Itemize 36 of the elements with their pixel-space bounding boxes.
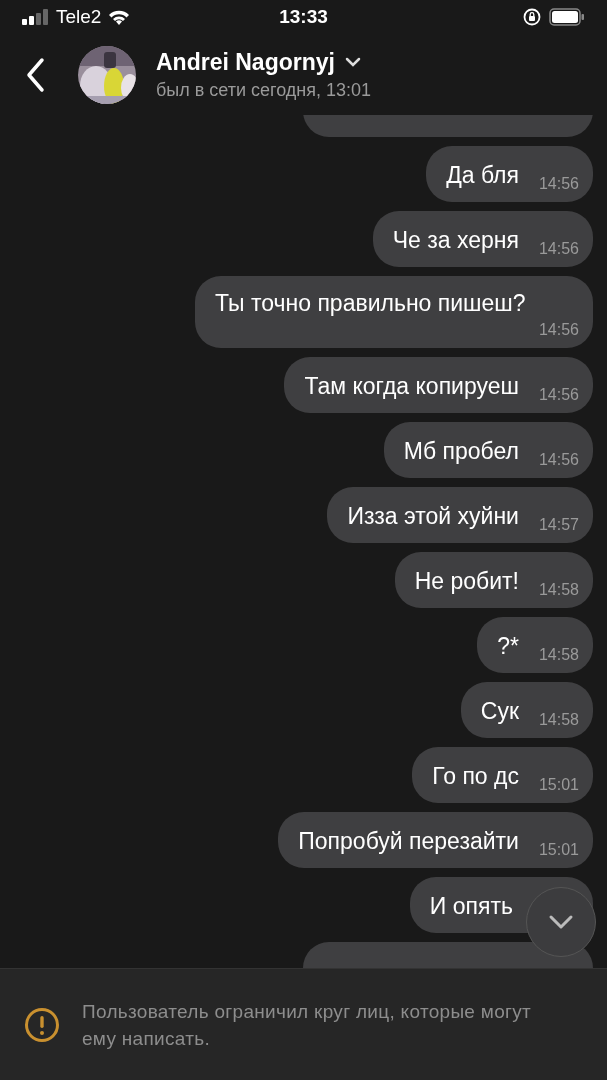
- message-time: 14:58: [538, 645, 579, 665]
- message-time: 15:01: [538, 775, 579, 795]
- battery-icon: [549, 8, 585, 26]
- message-time: 14:57: [538, 515, 579, 535]
- message-time: 14:58: [538, 710, 579, 730]
- message-time: 14:56: [538, 450, 579, 470]
- chevron-down-icon: [548, 914, 574, 930]
- carrier-name: Tele2: [56, 4, 102, 29]
- chevron-down-icon[interactable]: [344, 56, 361, 67]
- message-time: 14:56: [538, 320, 579, 340]
- message-time: 15:01: [538, 840, 579, 860]
- message-text: Че за херня: [392, 226, 519, 255]
- message-text: Не робит!: [414, 567, 519, 596]
- contact-name[interactable]: Andrei Nagornyj: [156, 46, 335, 77]
- warning-icon: [24, 1006, 60, 1043]
- message-text: Там когда копируеш: [304, 372, 519, 401]
- message-text: И опять: [429, 892, 513, 921]
- rotation-lock-icon: [523, 8, 541, 26]
- message-time: 14:56: [538, 174, 579, 194]
- message-text: Мб пробел: [403, 437, 519, 466]
- last-seen-status: был в сети сегодня, 13:01: [156, 78, 372, 102]
- message-text: Ты точно правильно пишеш?: [215, 289, 526, 318]
- message-text: Сук: [480, 697, 519, 726]
- wifi-icon: [107, 8, 132, 26]
- message-text: Го по дс: [432, 762, 519, 791]
- message-time: 14:56: [538, 239, 579, 259]
- message-text: ?*: [497, 632, 519, 661]
- back-icon: [26, 56, 46, 93]
- message-text: Изза этой хуйни: [347, 502, 519, 531]
- message-text: Да бля: [446, 161, 519, 190]
- status-time: 13:33: [279, 4, 328, 29]
- restriction-notice: Пользователь ограничил круг лиц, которые могут ему написать.: [82, 999, 533, 1051]
- message-time: 14:56: [538, 385, 579, 405]
- message-time: 14:58: [538, 580, 579, 600]
- signal-icon: [22, 9, 50, 25]
- message-text: Попробуй перезайти: [298, 827, 519, 856]
